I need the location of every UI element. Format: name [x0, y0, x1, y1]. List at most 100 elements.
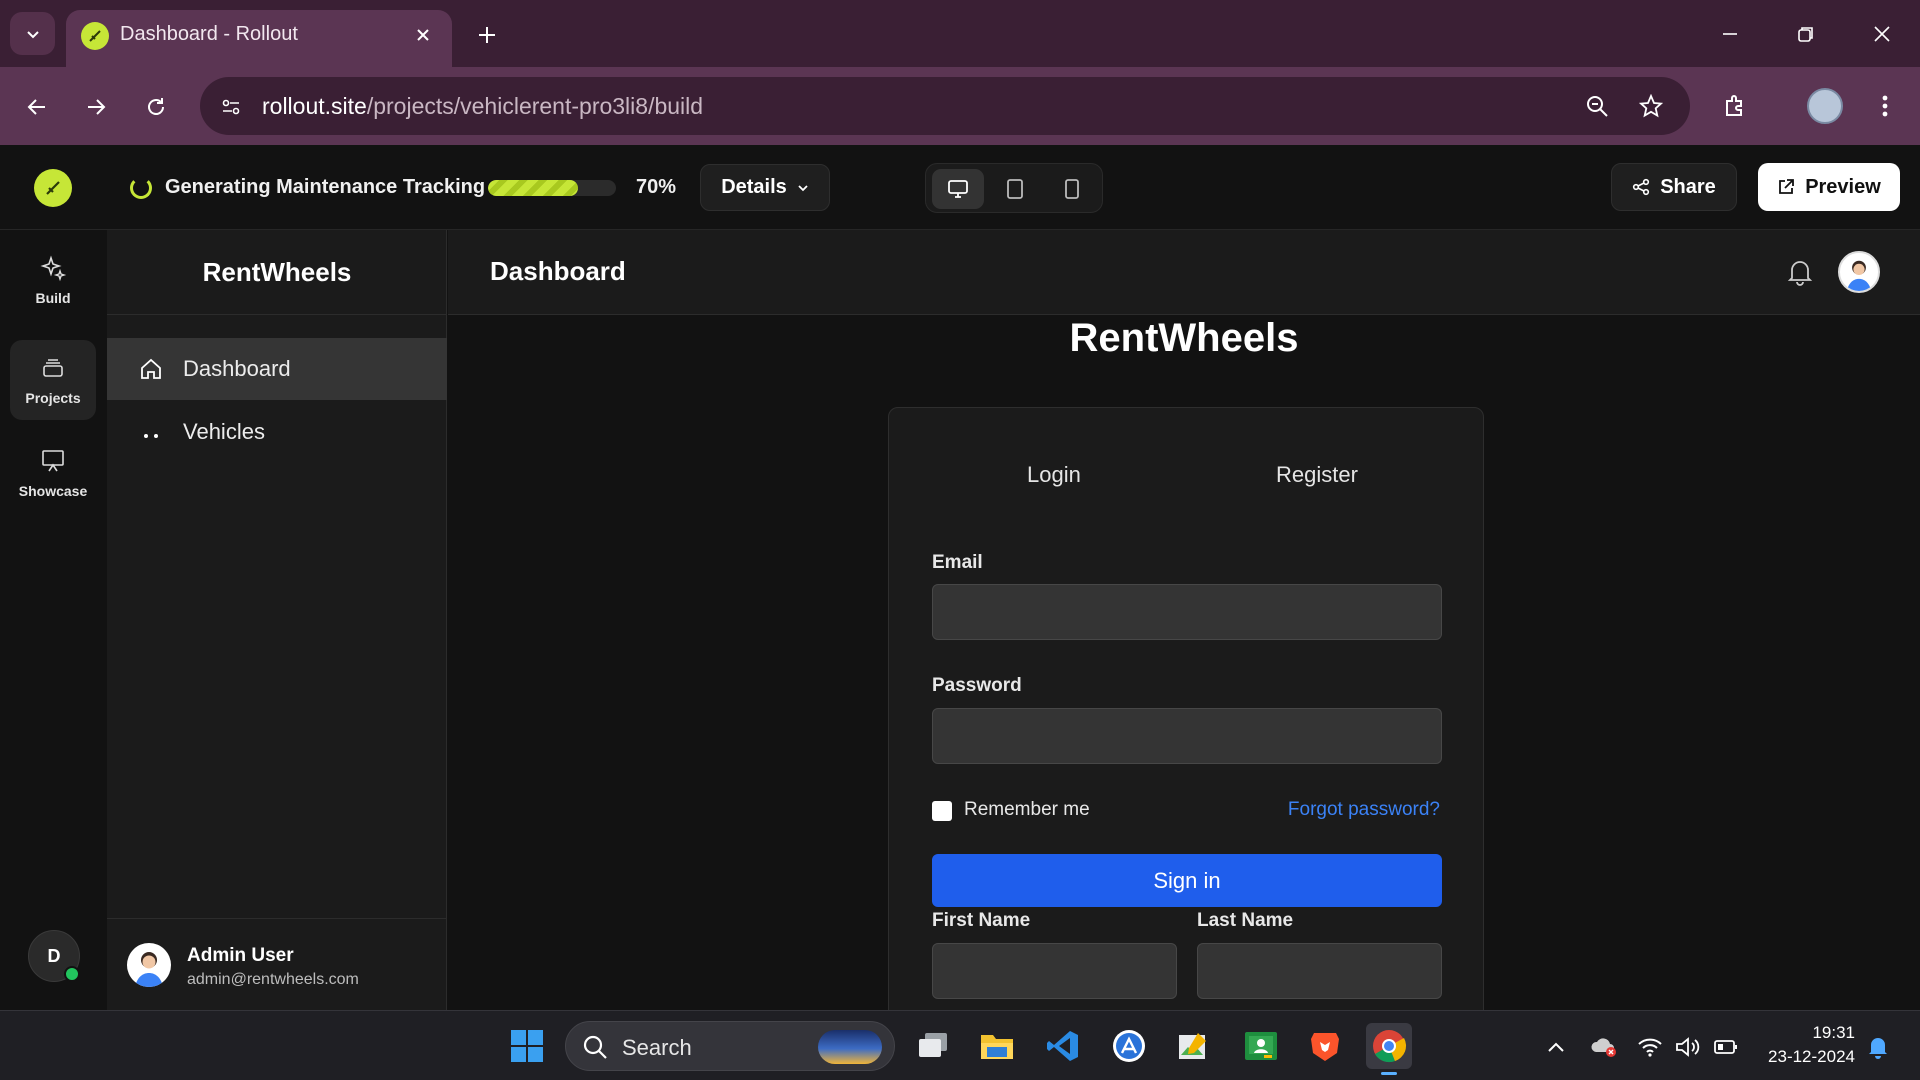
notification-center-button[interactable]: [1864, 1033, 1892, 1061]
file-explorer-button[interactable]: [974, 1023, 1020, 1069]
new-tab-button[interactable]: [470, 18, 504, 52]
reload-icon: [148, 98, 164, 115]
app-store-icon: [1113, 1030, 1145, 1062]
browser-tab-bar: Dashboard - Rollout: [0, 0, 1920, 67]
back-button[interactable]: [17, 87, 57, 127]
bookmark-button[interactable]: [1636, 91, 1666, 121]
password-label: Password: [932, 675, 1022, 696]
app-title: RentWheels: [1069, 316, 1299, 360]
close-icon: [1874, 26, 1890, 42]
vscode-icon: [1047, 1031, 1078, 1061]
sidebar-item-label: Vehicles: [183, 419, 265, 444]
preview-label: Preview: [1805, 175, 1881, 198]
rail-item-build[interactable]: Build: [10, 240, 96, 320]
tab-close-button[interactable]: [408, 20, 438, 50]
email-field[interactable]: [932, 584, 1442, 640]
rail-item-label: Projects: [25, 390, 81, 406]
forgot-password-link[interactable]: Forgot password?: [1288, 799, 1440, 821]
cloud-error-icon: [1591, 1038, 1616, 1057]
details-dropdown-button[interactable]: Details: [700, 164, 830, 211]
onedrive-status-button[interactable]: [1590, 1033, 1618, 1061]
last-name-field[interactable]: [1197, 943, 1442, 999]
tablet-view-button[interactable]: [989, 169, 1041, 209]
vscode-button[interactable]: [1040, 1023, 1086, 1069]
star-icon: [1639, 94, 1663, 118]
loading-spinner-icon: [130, 177, 152, 199]
extensions-button[interactable]: [1717, 87, 1755, 125]
system-clock[interactable]: 19:31 23-12-2024: [1755, 1021, 1855, 1069]
task-view-button[interactable]: [910, 1023, 956, 1069]
volume-button[interactable]: [1674, 1033, 1702, 1061]
rail-item-label: Build: [35, 290, 71, 306]
app-store-button[interactable]: [1106, 1023, 1152, 1069]
share-button[interactable]: Share: [1611, 163, 1737, 211]
avatar-letter: D: [47, 945, 61, 966]
forward-button[interactable]: [76, 87, 116, 127]
user-name: Admin User: [187, 945, 294, 966]
external-link-icon: [1779, 179, 1795, 194]
tab-search-dropdown-button[interactable]: [10, 12, 55, 55]
notifications-button[interactable]: [1784, 256, 1816, 288]
paint-app-button[interactable]: [1170, 1023, 1216, 1069]
address-bar[interactable]: rollout.site/projects/vehiclerent-pro3li…: [200, 77, 1690, 135]
show-hidden-icons-button[interactable]: [1542, 1033, 1570, 1061]
progress-fill: [488, 180, 578, 196]
sidebar-item-dashboard[interactable]: Dashboard: [107, 338, 447, 400]
start-button[interactable]: [504, 1023, 550, 1069]
reload-button[interactable]: [136, 87, 176, 127]
window-minimize-button[interactable]: [1710, 16, 1750, 52]
classroom-app-button[interactable]: [1238, 1023, 1284, 1069]
tablet-icon: [1007, 179, 1023, 199]
search-highlight-image: [818, 1030, 882, 1064]
mobile-view-button[interactable]: [1046, 169, 1098, 209]
share-icon: [1633, 178, 1650, 196]
first-name-label: First Name: [932, 910, 1031, 931]
window-close-button[interactable]: [1862, 16, 1902, 52]
plus-icon: [479, 27, 495, 43]
windows-logo-icon: [511, 1030, 543, 1062]
monitor-icon: [948, 180, 968, 198]
tab-register[interactable]: Register: [1276, 462, 1358, 488]
app-header: Generating Maintenance Tracking 70% Deta…: [0, 145, 1920, 230]
more-vertical-icon: [1882, 95, 1888, 117]
generation-status-text: Generating Maintenance Tracking: [165, 176, 486, 198]
layers-icon: [43, 359, 63, 377]
rail-item-showcase[interactable]: Showcase: [10, 433, 96, 513]
details-label: Details: [721, 176, 787, 198]
password-field[interactable]: [932, 708, 1442, 764]
remember-me-label[interactable]: Remember me: [964, 799, 1090, 821]
wifi-button[interactable]: [1636, 1033, 1664, 1061]
brave-browser-button[interactable]: [1302, 1023, 1348, 1069]
sidebar-user-card[interactable]: Admin User admin@rentwheels.com: [107, 918, 447, 1010]
online-status-dot: [64, 966, 80, 982]
site-info-icon[interactable]: [214, 90, 248, 124]
header-user-avatar[interactable]: [1838, 251, 1880, 293]
rail-item-projects[interactable]: Projects: [10, 340, 96, 420]
desktop-view-button[interactable]: [932, 169, 984, 209]
sign-in-button[interactable]: Sign in: [932, 854, 1442, 907]
tab-login[interactable]: Login: [1027, 462, 1081, 488]
taskbar-search[interactable]: Search: [565, 1021, 895, 1071]
sidebar-item-vehicles[interactable]: Vehicles: [107, 401, 447, 463]
main-header: Dashboard: [448, 230, 1920, 315]
url-text[interactable]: rollout.site/projects/vehiclerent-pro3li…: [262, 93, 703, 120]
zoom-button[interactable]: [1582, 91, 1612, 121]
dots-icon: [144, 434, 158, 438]
url-path: /projects/vehiclerent-pro3li8/build: [366, 93, 704, 119]
preview-button[interactable]: Preview: [1758, 163, 1900, 211]
window-restore-button[interactable]: [1786, 16, 1826, 52]
remember-me-checkbox[interactable]: [932, 801, 952, 821]
clock-time: 19:31: [1812, 1023, 1855, 1042]
user-avatar: [127, 943, 171, 987]
os-taskbar: Search 19:31 23-12-2024: [0, 1010, 1920, 1080]
browser-profile-avatar[interactable]: [1807, 88, 1843, 124]
browser-menu-button[interactable]: [1866, 87, 1904, 125]
rollout-logo-icon[interactable]: [34, 169, 72, 207]
battery-button[interactable]: [1712, 1033, 1740, 1061]
battery-icon: [1714, 1040, 1737, 1054]
chrome-browser-button[interactable]: [1366, 1023, 1412, 1075]
speaker-icon: [1676, 1037, 1700, 1057]
user-email: admin@rentwheels.com: [187, 971, 359, 988]
first-name-field[interactable]: [932, 943, 1177, 999]
browser-tab-active[interactable]: Dashboard - Rollout: [66, 10, 452, 67]
